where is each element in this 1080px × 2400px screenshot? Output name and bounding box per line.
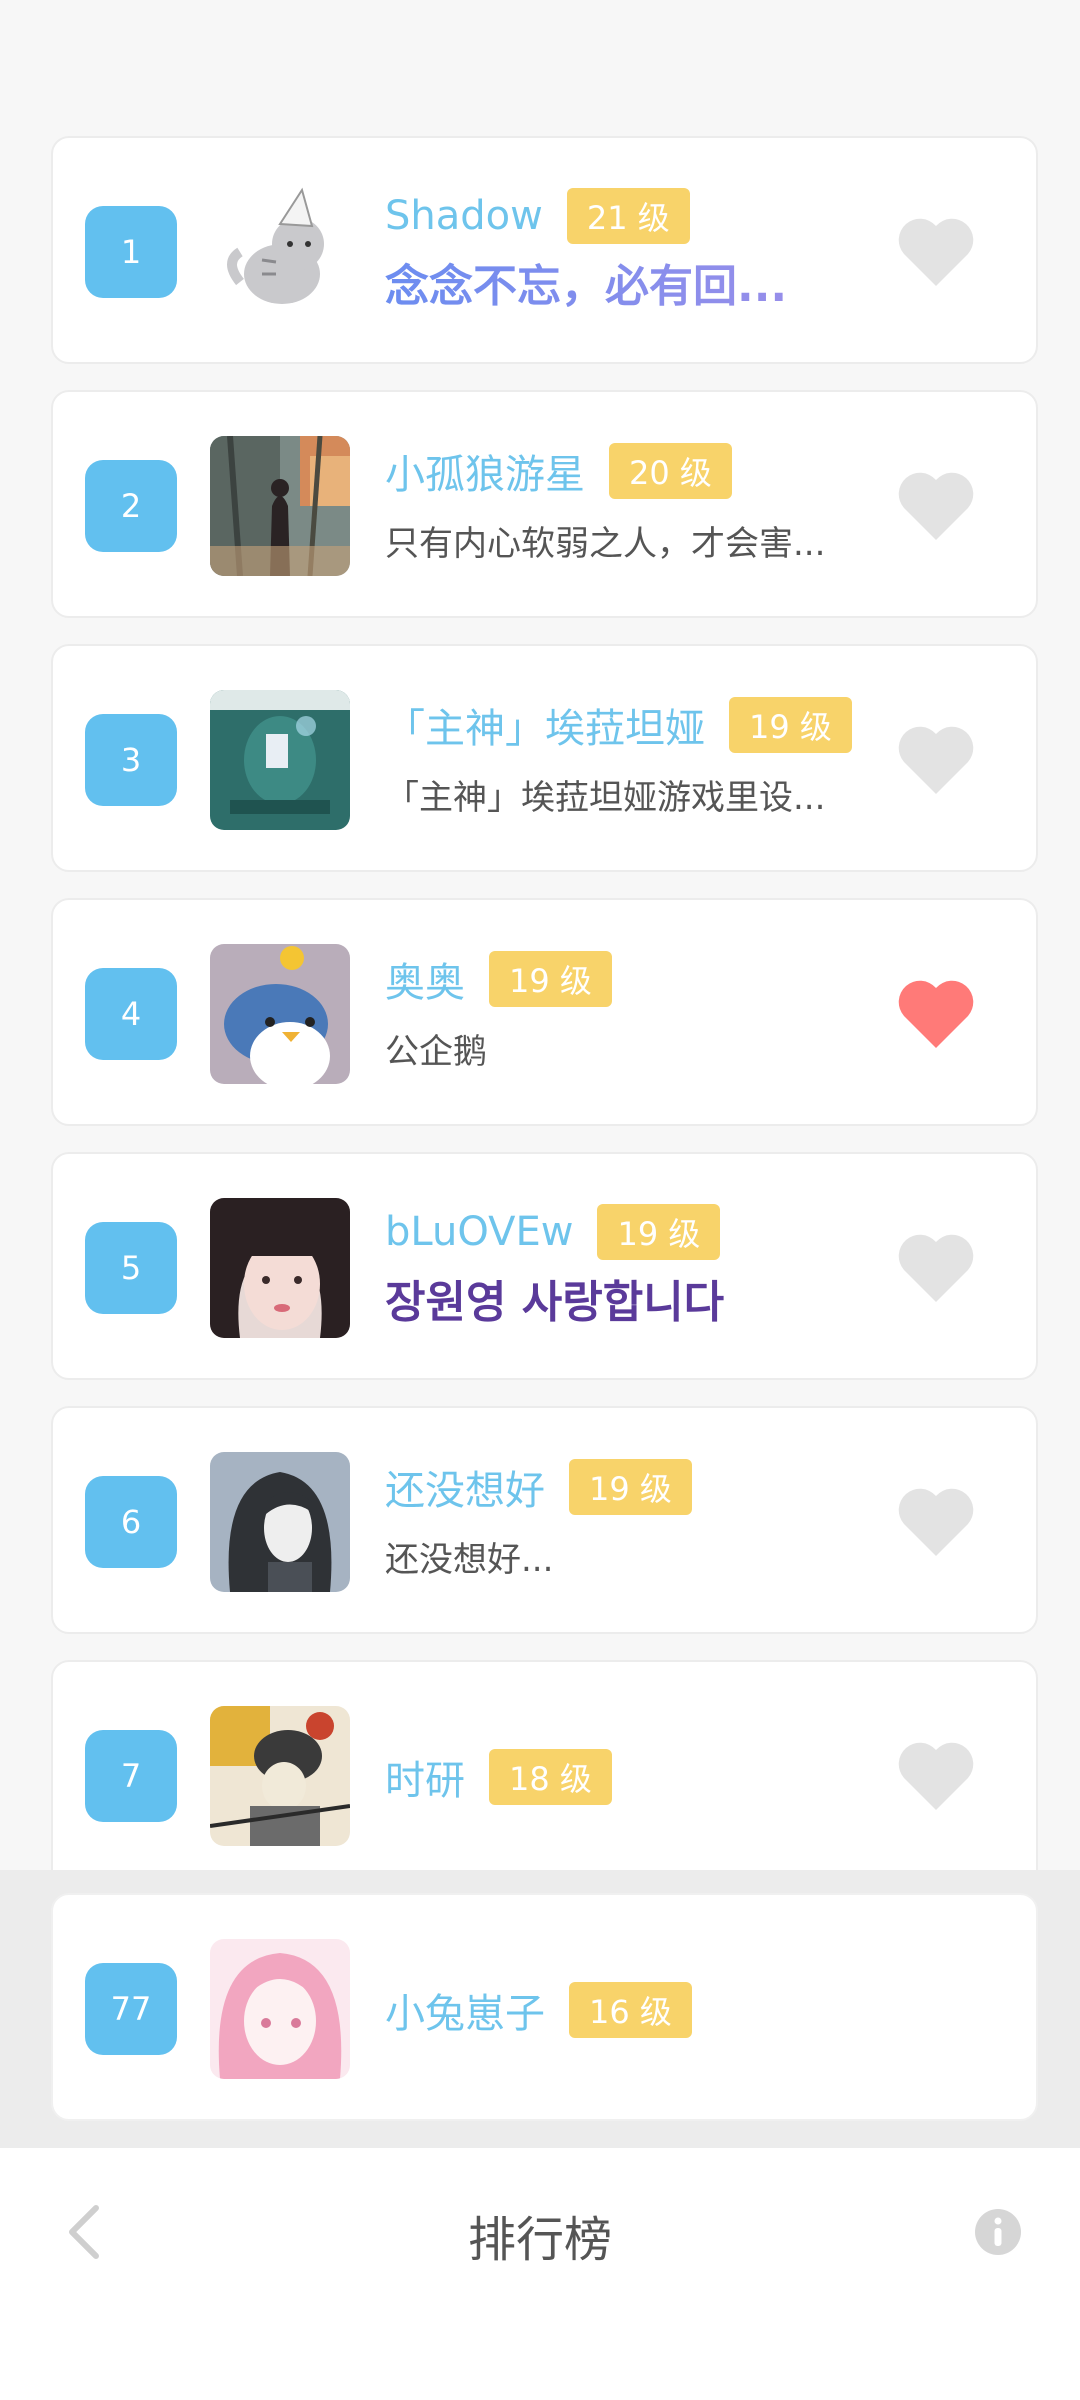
level-badge: 19 级 <box>729 697 852 753</box>
heart-icon[interactable] <box>896 978 976 1050</box>
ranking-row[interactable]: 7 时研 18 级 <box>51 1660 1038 1870</box>
ranking-row[interactable]: 4 奥奥 19 级 公企鹅 <box>51 898 1038 1126</box>
level-badge: 19 级 <box>569 1459 692 1515</box>
user-name[interactable]: 「主神」埃菈坦娅 <box>385 696 705 754</box>
rank-number: 5 <box>85 1222 177 1314</box>
rank-number: 1 <box>85 206 177 298</box>
ranking-row[interactable]: 6 还没想好 19 级 还没想好... <box>51 1406 1038 1634</box>
portrait-icon <box>210 1198 350 1338</box>
avatar[interactable] <box>210 182 350 322</box>
forest-figure-icon <box>210 436 350 576</box>
my-rank-bar: 77 小兔崽子 16 级 <box>0 1870 1080 2148</box>
ranking-row[interactable]: 3 「主神」埃菈坦娅 19 级 「主神」埃菈坦娅游戏里设... <box>51 644 1038 872</box>
avatar[interactable] <box>210 1452 350 1592</box>
signature: 还没想好... <box>385 1540 554 1580</box>
cat-icon <box>210 182 350 322</box>
avatar[interactable] <box>210 1939 350 2079</box>
level-badge: 21 级 <box>566 188 690 244</box>
illustration-icon <box>210 1706 350 1846</box>
bottom-bar: 排行榜 <box>0 2148 1080 2400</box>
dark-hair-icon <box>210 1452 350 1592</box>
level-badge: 20 级 <box>609 443 732 499</box>
level-badge: 19 级 <box>597 1204 721 1260</box>
user-name[interactable]: 小兔崽子 <box>385 1981 545 2039</box>
heart-icon[interactable] <box>896 216 976 288</box>
rank-number: 77 <box>85 1963 177 2055</box>
level-badge: 19 级 <box>489 951 612 1007</box>
user-info: 还没想好 19 级 <box>385 1458 692 1516</box>
signature: 장원영 사랑합니다 <box>385 1277 725 1328</box>
user-info: Shadow 21 级 <box>385 188 690 244</box>
rank-number: 3 <box>85 714 177 806</box>
user-info: bLuOVEw 19 级 <box>385 1204 721 1260</box>
signature: 公企鹅 <box>385 1032 487 1072</box>
heart-icon[interactable] <box>896 1740 976 1812</box>
user-name[interactable]: 小孤狼游星 <box>385 442 585 500</box>
page-title: 排行榜 <box>467 2212 612 2268</box>
user-name[interactable]: 奥奥 <box>385 950 465 1008</box>
level-badge: 16 级 <box>569 1982 692 2038</box>
rank-number: 6 <box>85 1476 177 1568</box>
user-info: 「主神」埃菈坦娅 19 级 <box>385 696 852 754</box>
ranking-row[interactable]: 1 Shadow 21 级 念念不忘，必有回... <box>51 136 1038 364</box>
user-name[interactable]: Shadow <box>385 193 543 239</box>
signature: 「主神」埃菈坦娅游戏里设... <box>385 778 826 818</box>
rank-number: 7 <box>85 1730 177 1822</box>
rank-number: 4 <box>85 968 177 1060</box>
avatar[interactable] <box>210 944 350 1084</box>
heart-icon[interactable] <box>896 724 976 796</box>
avatar[interactable] <box>210 690 350 830</box>
heart-icon[interactable] <box>896 1232 976 1304</box>
level-badge: 18 级 <box>489 1749 612 1805</box>
user-info: 小孤狼游星 20 级 <box>385 442 732 500</box>
avatar[interactable] <box>210 1198 350 1338</box>
penguin-icon <box>210 944 350 1084</box>
rank-number: 2 <box>85 460 177 552</box>
user-name[interactable]: bLuOVEw <box>385 1209 573 1255</box>
ranking-row[interactable]: 5 bLuOVEw 19 级 장원영 사랑합니다 <box>51 1152 1038 1380</box>
info-icon[interactable] <box>974 2208 1022 2256</box>
avatar[interactable] <box>210 1706 350 1846</box>
user-info: 时研 18 级 <box>385 1748 612 1806</box>
user-info: 小兔崽子 16 级 <box>385 1981 692 2039</box>
avatar[interactable] <box>210 436 350 576</box>
game-screen-icon <box>210 690 350 830</box>
my-rank-card[interactable]: 77 小兔崽子 16 级 <box>51 1893 1038 2121</box>
signature: 只有内心软弱之人，才会害... <box>385 524 826 564</box>
user-name[interactable]: 时研 <box>385 1748 465 1806</box>
user-info: 奥奥 19 级 <box>385 950 612 1008</box>
ranking-list[interactable]: 1 Shadow 21 级 念念不忘，必有回... 2 小孤狼游星 20 级 只… <box>0 0 1080 1870</box>
ranking-row[interactable]: 2 小孤狼游星 20 级 只有内心软弱之人，才会害... <box>51 390 1038 618</box>
signature: 念念不忘，必有回... <box>385 250 905 314</box>
heart-icon[interactable] <box>896 1486 976 1558</box>
pink-hair-icon <box>210 1939 350 2079</box>
heart-icon[interactable] <box>896 470 976 542</box>
user-name[interactable]: 还没想好 <box>385 1458 545 1516</box>
